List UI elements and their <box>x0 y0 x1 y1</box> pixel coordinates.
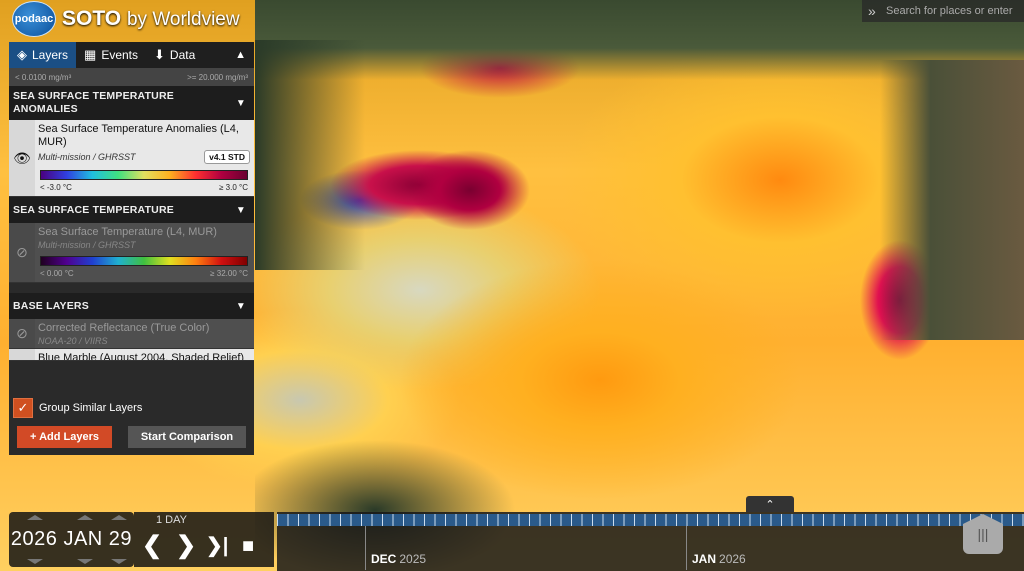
month-label-dec: DEC 2025 <box>371 552 427 566</box>
caret-down-icon[interactable]: ▼ <box>236 98 246 109</box>
sidebar-tabs: ◈ Layers ▦ Events ⬇ Data ▲ <box>9 42 254 68</box>
colorbar-sst[interactable] <box>40 256 248 266</box>
timeline-ticks[interactable] <box>277 514 1024 526</box>
eye-hidden-icon[interactable]: ⊘ <box>9 319 35 348</box>
checkbox-checked-icon[interactable]: ✓ <box>13 398 33 418</box>
layer-source: Multi-mission / GHRSST <box>38 152 136 162</box>
next-day-button[interactable]: ❯ <box>176 534 196 558</box>
layer-name: Corrected Reflectance (True Color) <box>38 322 210 334</box>
interval-selector[interactable]: 1 DAY <box>156 514 187 526</box>
caret-down-icon[interactable]: ▼ <box>236 301 246 312</box>
timeline-bar[interactable]: DEC 2025 JAN 2026 ||| <box>277 512 1024 571</box>
sidebar-footer: ✓ Group Similar Layers + Add Layers Star… <box>9 395 254 455</box>
day-up-arrow[interactable] <box>111 515 127 520</box>
layer-source: Multi-mission / GHRSST <box>38 240 136 250</box>
jump-to-latest-button[interactable]: ❯| <box>206 534 228 558</box>
layer-corrected-reflectance[interactable]: ⊘ Corrected Reflectance (True Color) NOA… <box>9 319 254 349</box>
tab-events[interactable]: ▦ Events <box>76 42 146 68</box>
month-up-arrow[interactable] <box>77 515 93 520</box>
group-header-base-layers[interactable]: Base Layers ▼ <box>9 293 254 319</box>
layers-icon: ◈ <box>17 47 27 62</box>
chevron-up-icon: ⌃ <box>765 498 775 511</box>
year-up-arrow[interactable] <box>27 515 43 520</box>
video-camera-icon[interactable]: ■ <box>242 534 254 558</box>
colorbar-anomaly[interactable] <box>40 170 248 180</box>
group-similar-layers-toggle[interactable]: ✓ Group Similar Layers <box>9 395 254 421</box>
layer-name: Blue Marble (August 2004, Shaded Relief) <box>38 352 245 361</box>
previous-layer-legend-range: < 0.0100 mg/m³ >= 20.000 mg/m³ <box>9 68 254 86</box>
group-header-sst[interactable]: Sea Surface Temperature ▼ <box>9 197 254 223</box>
layer-name: Sea Surface Temperature Anomalies (L4, M… <box>38 123 239 148</box>
tab-layers[interactable]: ◈ Layers <box>9 42 77 68</box>
eye-icon[interactable]: 👁 <box>9 120 35 196</box>
year-down-arrow[interactable] <box>27 559 43 564</box>
layer-name: Sea Surface Temperature (L4, MUR) <box>38 226 217 238</box>
app-title: SOTO by Worldview <box>62 7 240 30</box>
layer-sst-anomalies[interactable]: 👁 Sea Surface Temperature Anomalies (L4,… <box>9 120 254 197</box>
caret-down-icon[interactable]: ▼ <box>236 205 246 216</box>
chevron-up-icon: ▲ <box>235 49 246 61</box>
eye-hidden-icon[interactable]: ⊘ <box>9 223 35 282</box>
month-divider <box>686 526 687 570</box>
land-asia <box>255 40 365 270</box>
group-header-sst-anomalies[interactable]: Sea Surface Temperature Anomalies ▼ <box>9 86 254 120</box>
expand-timeline-button[interactable]: ⌃ <box>746 496 794 512</box>
calendar-icon: ▦ <box>84 47 97 62</box>
month-down-arrow[interactable] <box>77 559 93 564</box>
chevron-right-icon: » <box>868 3 876 19</box>
version-badge: v4.1 STD <box>204 150 250 164</box>
add-layers-button[interactable]: + Add Layers <box>17 426 112 448</box>
tab-data[interactable]: ⬇ Data <box>146 42 203 68</box>
month-label-jan: JAN 2026 <box>692 552 746 566</box>
grip-icon: ||| <box>977 526 989 542</box>
date-selector[interactable]: 2026 JAN 29 <box>9 512 134 567</box>
month-divider <box>365 526 366 570</box>
layer-source: NOAA-20 / VIIRS <box>38 336 108 346</box>
search-input[interactable]: » Search for places or enter <box>862 0 1024 22</box>
collapse-sidebar-button[interactable]: ▲ <box>227 42 254 68</box>
podaac-logo-icon: podaac <box>12 1 56 37</box>
current-date[interactable]: 2026 JAN 29 <box>11 528 132 551</box>
layer-blue-marble[interactable]: Blue Marble (August 2004, Shaded Relief) <box>9 349 254 361</box>
start-comparison-button[interactable]: Start Comparison <box>128 426 246 448</box>
timeline-controls: 1 DAY ❮ ❯ ❯| ■ <box>134 512 274 567</box>
app-logo[interactable]: podaac SOTO by Worldview <box>12 0 240 38</box>
layer-sst[interactable]: ⊘ Sea Surface Temperature (L4, MUR) Mult… <box>9 223 254 283</box>
day-down-arrow[interactable] <box>111 559 127 564</box>
land-north-america <box>880 60 1024 340</box>
previous-day-button[interactable]: ❮ <box>142 534 162 558</box>
search-placeholder: Search for places or enter <box>886 5 1013 17</box>
layers-sidebar: ◈ Layers ▦ Events ⬇ Data ▲ < 0.0100 mg/m… <box>9 42 254 455</box>
download-icon: ⬇ <box>154 47 165 62</box>
